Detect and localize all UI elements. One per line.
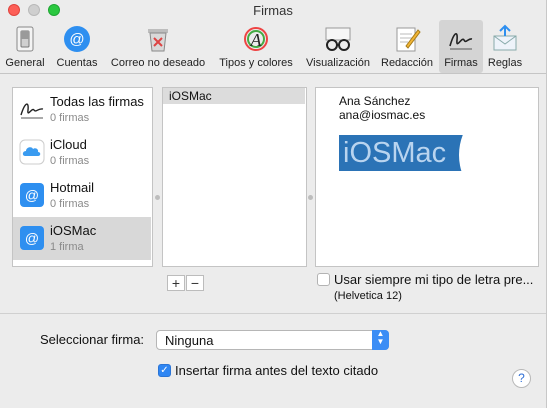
at-sign-icon: @ xyxy=(64,26,90,52)
splitter-handle[interactable] xyxy=(308,195,313,200)
switch-icon xyxy=(16,26,34,52)
at-sign-icon: @ xyxy=(20,183,44,207)
tab-general[interactable]: General xyxy=(2,20,48,73)
tab-cuentas[interactable]: @ Cuentas xyxy=(52,20,102,73)
font-option-font: (Helvetica 12) xyxy=(334,290,402,302)
tab-reglas-label: Reglas xyxy=(487,57,523,69)
signatures-list: iOSMac xyxy=(162,87,307,267)
tab-firmas-label: Firmas xyxy=(444,57,478,69)
rules-envelope-icon xyxy=(493,24,517,51)
signature-preview[interactable]: Ana Sánchez ana@iosmac.es iOSMac xyxy=(315,87,539,267)
account-item-icloud[interactable]: iCloud 0 firmas xyxy=(13,131,151,174)
svg-text:@: @ xyxy=(69,31,84,48)
font-color-icon: A xyxy=(244,27,268,51)
signature-icon xyxy=(449,33,473,50)
logo-text: iOSMac xyxy=(343,137,447,169)
notepad-pencil-icon xyxy=(396,27,421,52)
insert-option-label: Insertar firma antes del texto citado xyxy=(175,363,379,378)
tab-correo-no-deseado-label: Correo no deseado xyxy=(110,57,206,69)
tab-correo-no-deseado[interactable]: Correo no deseado xyxy=(106,20,210,73)
signature-icon xyxy=(20,103,44,119)
tab-visualizacion-label: Visualización xyxy=(305,57,370,69)
tab-redaccion[interactable]: Redacción xyxy=(377,20,437,73)
titlebar: Firmas xyxy=(0,0,546,20)
svg-text:A: A xyxy=(250,30,263,50)
font-option-checkbox[interactable] xyxy=(317,273,330,286)
tab-general-label: General xyxy=(5,57,45,69)
iosmac-logo: iOSMac xyxy=(339,135,511,171)
preview-name: Ana Sánchez xyxy=(339,94,411,108)
svg-text:@: @ xyxy=(25,187,39,203)
account-name: iOSMac xyxy=(50,223,97,238)
preferences-toolbar: General @ Cuentas Correo no deseado A Ti xyxy=(0,20,546,74)
signature-item[interactable]: iOSMac xyxy=(163,88,305,104)
add-signature-button[interactable]: + xyxy=(167,275,185,291)
insert-option-checkbox[interactable]: ✓ xyxy=(158,364,171,377)
remove-signature-button[interactable]: − xyxy=(186,275,204,291)
divider xyxy=(0,313,546,314)
accounts-list: Todas las firmas 0 firmas iCloud 0 firma… xyxy=(12,87,153,267)
at-sign-icon: @ xyxy=(20,226,44,250)
preview-email: ana@iosmac.es xyxy=(339,108,426,122)
account-name: Hotmail xyxy=(50,180,95,195)
account-name: iCloud xyxy=(50,137,87,152)
account-count: 1 firma xyxy=(50,241,84,253)
account-count: 0 firmas xyxy=(50,198,90,210)
account-count: 0 firmas xyxy=(50,155,90,167)
svg-text:@: @ xyxy=(25,230,39,246)
tab-visualizacion[interactable]: Visualización xyxy=(302,20,374,73)
icloud-icon xyxy=(19,139,45,165)
preferences-window: Firmas General @ Cuentas Correo no desea… xyxy=(0,0,547,408)
tab-redaccion-label: Redacción xyxy=(381,57,433,69)
splitter-handle[interactable] xyxy=(155,195,160,200)
trash-junk-icon xyxy=(148,29,168,52)
select-signature-value: Ninguna xyxy=(165,333,214,348)
tab-tipos-y-colores[interactable]: A Tipos y colores xyxy=(214,20,298,73)
logo-swoosh xyxy=(459,135,511,171)
help-button[interactable]: ? xyxy=(512,369,531,388)
account-item-iosmac[interactable]: @ iOSMac 1 firma xyxy=(13,217,151,260)
tab-firmas[interactable]: Firmas xyxy=(439,20,483,73)
account-name: Todas las firmas xyxy=(50,94,144,109)
account-item-todas[interactable]: Todas las firmas 0 firmas xyxy=(13,88,151,131)
select-signature-label: Seleccionar firma: xyxy=(40,332,145,347)
chevron-updown-icon: ▲ ▼ xyxy=(372,330,389,350)
account-count: 0 firmas xyxy=(50,112,90,124)
select-signature-popup[interactable]: Ninguna ▲ ▼ xyxy=(156,330,389,350)
tab-tipos-y-colores-label: Tipos y colores xyxy=(219,57,293,69)
glasses-icon xyxy=(325,27,351,51)
account-item-hotmail[interactable]: @ Hotmail 0 firmas xyxy=(13,174,151,217)
tab-cuentas-label: Cuentas xyxy=(56,57,98,69)
signature-item-label: iOSMac xyxy=(169,89,212,103)
tab-reglas[interactable]: Reglas xyxy=(485,20,525,73)
font-option-label: Usar siempre mi tipo de letra pre... xyxy=(334,272,534,287)
window-title: Firmas xyxy=(253,3,293,18)
